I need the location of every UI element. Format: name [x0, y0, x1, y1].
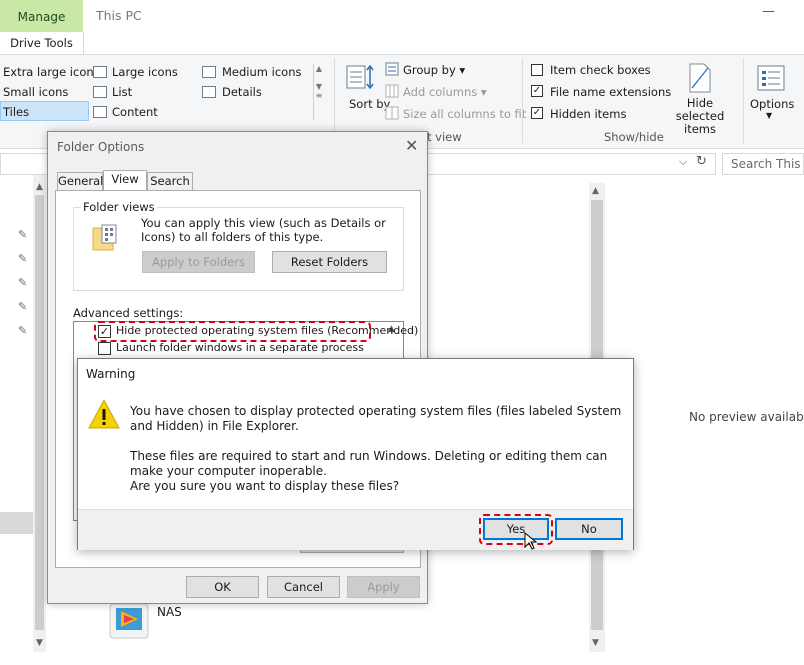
group-by-button[interactable]: Group by ▾ [403, 63, 465, 77]
close-icon[interactable]: ✕ [405, 136, 418, 155]
layout-scroll[interactable]: ▲ ▼ ≡ [313, 64, 324, 120]
ribbon-separator [743, 58, 744, 143]
layout-extra-large-icons[interactable]: Extra large icons [3, 65, 100, 79]
content-icon [93, 106, 107, 118]
tab-view[interactable]: View [103, 170, 147, 191]
layout-content[interactable]: Content [112, 105, 158, 119]
layout-medium-icons[interactable]: Medium icons [222, 65, 301, 79]
options-icon [757, 65, 785, 93]
list-icon [93, 86, 107, 98]
add-columns-button[interactable]: Add columns ▾ [403, 85, 487, 99]
options-dropdown-arrow[interactable]: ▼ [766, 111, 772, 120]
nas-icon [107, 603, 151, 643]
large-icons-icon [93, 66, 107, 78]
ribbon-separator [522, 58, 523, 143]
tab-drive-tools[interactable]: Drive Tools [0, 32, 84, 54]
size-all-columns-button[interactable]: Size all columns to fit [403, 107, 526, 121]
hide-selected-items-button[interactable]: Hide selected items [664, 97, 736, 136]
warning-message-3: Are you sure you want to display these f… [130, 479, 400, 493]
advanced-settings-label: Advanced settings: [73, 306, 184, 320]
group-by-icon [385, 62, 399, 76]
hidden-items-checkbox[interactable]: ✓ [531, 107, 543, 119]
tab-manage[interactable]: Manage [0, 0, 83, 32]
sort-by-icon [345, 63, 375, 93]
warning-dialog: Warning You have chosen to display prote… [77, 358, 634, 550]
pin-icon: ✎ [18, 324, 28, 337]
warning-title: Warning [86, 367, 136, 381]
launch-separate-process-checkbox[interactable] [98, 342, 111, 355]
hidden-items-label: Hidden items [550, 107, 627, 121]
highlight-yes [479, 514, 553, 545]
item-check-boxes-checkbox[interactable] [531, 64, 543, 76]
layout-tiles[interactable]: Tiles [3, 105, 29, 119]
search-input[interactable]: Search This PC [722, 153, 804, 175]
apply-button[interactable]: Apply [347, 576, 420, 598]
refresh-icon[interactable]: ↻ [696, 154, 707, 169]
medium-icons-icon [202, 66, 216, 78]
folder-options-title: Folder Options [57, 140, 145, 154]
hide-selected-items-icon [687, 62, 713, 94]
preview-message: No preview available. [689, 410, 804, 424]
nav-scrollbar-thumb[interactable] [35, 195, 44, 630]
pin-icon: ✎ [18, 300, 28, 313]
minimize-button[interactable]: — [762, 4, 776, 19]
add-columns-icon [385, 84, 399, 98]
launch-separate-process-label: Launch folder windows in a separate proc… [116, 341, 364, 354]
content-scroll-up[interactable]: ▲ [592, 186, 599, 196]
nav-selected-item[interactable] [0, 512, 33, 534]
layout-small-icons[interactable]: Small icons [3, 85, 68, 99]
tab-search[interactable]: Search [147, 172, 193, 190]
warning-message-2: These files are required to start and ru… [130, 449, 608, 478]
warning-icon [87, 398, 121, 430]
size-columns-icon [385, 106, 399, 120]
warning-message-1: You have chosen to display protected ope… [130, 404, 622, 433]
no-button[interactable]: No [555, 518, 623, 540]
layout-list[interactable]: List [112, 85, 132, 99]
file-name-extensions-checkbox[interactable]: ✓ [531, 85, 543, 97]
show-hide-group-label: Show/hide [604, 130, 664, 144]
scroll-down-arrow[interactable]: ▼ [36, 638, 43, 648]
item-check-boxes-label: Item check boxes [550, 63, 651, 77]
nas-label[interactable]: NAS [157, 605, 182, 619]
folder-views-description: You can apply this view (such as Details… [141, 216, 386, 244]
pin-icon: ✎ [18, 252, 28, 265]
layout-details[interactable]: Details [222, 85, 262, 99]
folder-views-label: Folder views [81, 200, 157, 214]
apply-to-folders-button[interactable]: Apply to Folders [142, 251, 255, 273]
options-button[interactable]: Options [750, 97, 794, 111]
scroll-up-arrow[interactable]: ▲ [36, 182, 43, 192]
details-icon [202, 86, 216, 98]
highlight-hide-protected [94, 321, 371, 342]
file-name-extensions-label: File name extensions [550, 85, 672, 99]
current-view-group-label: t view [427, 130, 462, 144]
reset-folders-button[interactable]: Reset Folders [272, 251, 387, 273]
content-scroll-down[interactable]: ▼ [592, 638, 599, 648]
mouse-cursor-icon [524, 531, 538, 550]
pin-icon: ✎ [18, 228, 28, 241]
tab-general[interactable]: General [57, 172, 103, 190]
folder-views-icon [92, 224, 120, 254]
cancel-button[interactable]: Cancel [267, 576, 340, 598]
ok-button[interactable]: OK [186, 576, 259, 598]
chevron-down-icon[interactable]: ⌵ [679, 155, 687, 169]
window-title: This PC [96, 8, 142, 23]
pin-icon: ✎ [18, 276, 28, 289]
layout-large-icons[interactable]: Large icons [112, 65, 178, 79]
